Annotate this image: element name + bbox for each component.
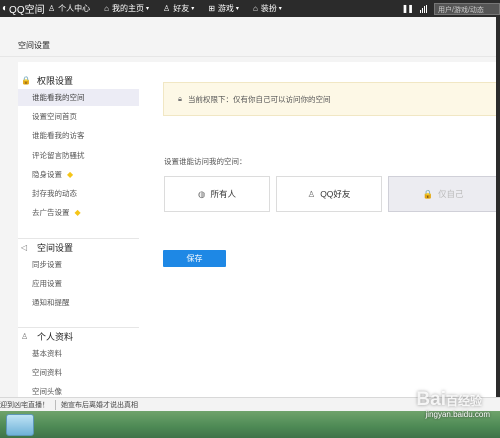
settings-sidebar: 🔒 权限设置谁能看我的空间 设置空间首页 谁能看我的访客 评论留言防骚扰 隐身设置 ◆ 封存我… — [18, 62, 139, 397]
save-button[interactable]: 保存 — [163, 250, 226, 267]
sidebar-item[interactable]: 评论留言防骚扰 — [18, 147, 139, 164]
nav-item-4[interactable]: ⌂ 装扮 ▾ — [253, 3, 282, 14]
lock-icon: 🔒︎ — [178, 94, 182, 103]
sidebar-item-label: 去广告设置 — [32, 208, 70, 218]
nav-label: 好友 — [173, 4, 190, 13]
sidebar-item-label: 设置空间首页 — [32, 112, 77, 122]
sidebar-item-label: 空间资料 — [32, 368, 62, 378]
sidebar-item-label: 应用设置 — [32, 279, 62, 289]
vip-diamond-icon: ◆ — [67, 169, 74, 179]
sidebar-item[interactable]: 通知和提醒 — [18, 294, 139, 311]
nav-label: 我的主页 — [112, 4, 145, 13]
sidebar-item-label: 谁能看我的空间 — [32, 93, 85, 102]
main-panel: 🔒︎ 当前权限下：仅有你自己可以访问你的空间 设置谁能访问我的空间： ◍ 所有人 ♙… — [139, 62, 500, 397]
sidebar-item[interactable]: 基本资料 — [18, 345, 139, 362]
sidebar-item-label: 基本资料 — [32, 349, 62, 358]
sidebar-item[interactable]: 谁能看我的访客 — [18, 127, 139, 144]
page-title: 空间设置 — [18, 41, 50, 50]
nav-item-2[interactable]: ♙ 好友 ▾ — [163, 3, 194, 14]
access-option-2[interactable]: 🔒 仅自己 — [388, 176, 498, 212]
nav-item-3[interactable]: ⊞ 游戏 ▾ — [208, 3, 239, 14]
sidebar-group-heading: ♙ 个人资料 — [21, 330, 73, 343]
permission-notice: 🔒︎ 当前权限下：仅有你自己可以访问你的空间 — [163, 82, 500, 116]
nav-item-0[interactable]: ♙ 个人中心 — [48, 3, 90, 14]
top-navigation-bar: ◐ QQ空间 ♙ 个人中心 ⌂ 我的主页 ▾ ♙ 好友 ▾ ⊞ 游戏 ▾ ⌂ 装扮 ▾ ❚❚ 用户/游戏/… — [0, 0, 500, 17]
search-input[interactable]: 用户/游戏/动态 — [434, 2, 500, 15]
person-icon: ♙ — [48, 4, 56, 13]
signal-bars-icon[interactable] — [420, 4, 428, 13]
sidebar-item-label: 空间头像 — [32, 387, 62, 397]
sidebar-item-label: 同步设置 — [32, 260, 62, 269]
status-news-left[interactable]: 迎到凶宅直播！ — [0, 400, 49, 410]
sidebar-item[interactable]: 谁能看我的空间 — [18, 89, 139, 106]
sidebar-item-label: 隐身设置 — [32, 169, 62, 179]
qq-penguin-icon: ◐ — [2, 3, 9, 14]
friends-icon: ♙ — [163, 4, 171, 13]
title-divider — [0, 56, 500, 57]
access-option-0[interactable]: ◍ 所有人 — [164, 176, 270, 212]
sidebar-item[interactable]: 同步设置 — [18, 256, 139, 273]
top-nav: ♙ 个人中心 ⌂ 我的主页 ▾ ♙ 好友 ▾ ⊞ 游戏 ▾ ⌂ 装扮 ▾ — [48, 3, 296, 14]
notice-text: 当前权限下：仅有你自己可以访问你的空间 — [188, 94, 331, 104]
sidebar-item[interactable]: 隐身设置 ◆ — [18, 166, 139, 183]
chevron-down-icon: ▾ — [191, 6, 195, 12]
baidu-jingyan-watermark-logo: Bai百经验 — [416, 389, 482, 410]
access-option-label: 仅自己 — [438, 189, 464, 199]
start-button[interactable] — [6, 414, 34, 436]
user-card-icon: ♙ — [21, 332, 29, 341]
pause-icon[interactable]: ❚❚ — [402, 4, 414, 13]
logo-text: QQ空间 — [9, 5, 45, 16]
nav-label: 装扮 — [260, 4, 277, 13]
top-right-controls: ❚❚ 用户/游戏/动态 — [402, 0, 500, 17]
lock-icon: 🔒 — [21, 76, 31, 85]
sidebar-item-label: 评论留言防骚扰 — [32, 150, 85, 160]
sidebar-group-title: 空间设置 — [37, 243, 74, 253]
nav-label: 个人中心 — [58, 4, 91, 13]
access-option-1[interactable]: ♙ QQ好友 — [276, 176, 382, 212]
qzone-logo[interactable]: ◐ QQ空间 — [0, 1, 48, 16]
nav-item-1[interactable]: ⌂ 我的主页 ▾ — [104, 3, 149, 14]
grid-icon: ⊞ — [208, 4, 215, 13]
lock-icon: 🔒 — [422, 188, 434, 199]
sidebar-group-heading: 🔒 权限设置 — [21, 74, 73, 87]
sidebar-group-title: 权限设置 — [37, 76, 74, 86]
sidebar-item[interactable]: 应用设置 — [18, 275, 139, 292]
friends-icon: ♙ — [307, 188, 316, 199]
status-news-right[interactable]: 她宣布后离婚才说出真相 — [61, 400, 138, 410]
sidebar-item-label: 谁能看我的访客 — [32, 131, 85, 141]
access-prompt: 设置谁能访问我的空间： — [164, 157, 247, 166]
access-option-label: 所有人 — [210, 189, 236, 199]
sidebar-divider — [18, 238, 139, 239]
speaker-icon: ◁ — [21, 243, 28, 252]
home-icon: ⌂ — [104, 4, 110, 13]
sidebar-divider — [18, 327, 139, 328]
sidebar-group-title: 个人资料 — [37, 332, 74, 342]
chevron-down-icon: ▾ — [146, 6, 150, 12]
status-divider — [55, 399, 56, 410]
nav-label: 游戏 — [217, 4, 234, 13]
sidebar-group-heading: ◁ 空间设置 — [21, 241, 73, 254]
watermark-url: jingyan.baidu.com — [425, 410, 490, 419]
shirt-icon: ⌂ — [252, 4, 258, 13]
globe-icon: ◍ — [198, 188, 206, 199]
sidebar-item-label: 通知和提醒 — [32, 298, 70, 308]
vip-diamond-icon: ◆ — [74, 208, 81, 218]
chevron-down-icon: ▾ — [278, 6, 282, 12]
sidebar-item[interactable]: 封存我的动态 — [18, 185, 139, 202]
sidebar-item-label: 封存我的动态 — [32, 189, 77, 198]
sidebar-item[interactable]: 去广告设置 ◆ — [18, 204, 139, 221]
sidebar-item[interactable]: 空间资料 — [18, 364, 139, 381]
settings-page: 空间设置 🔒 权限设置 谁能看我的空间 设置空间首页 谁能看我的访客 评论留言防骚扰 隐身设… — [0, 17, 500, 397]
sidebar-item[interactable]: 设置空间首页 — [18, 108, 139, 125]
access-option-label: QQ好友 — [320, 189, 351, 199]
window-edge — [496, 17, 500, 397]
chevron-down-icon: ▾ — [235, 6, 239, 12]
